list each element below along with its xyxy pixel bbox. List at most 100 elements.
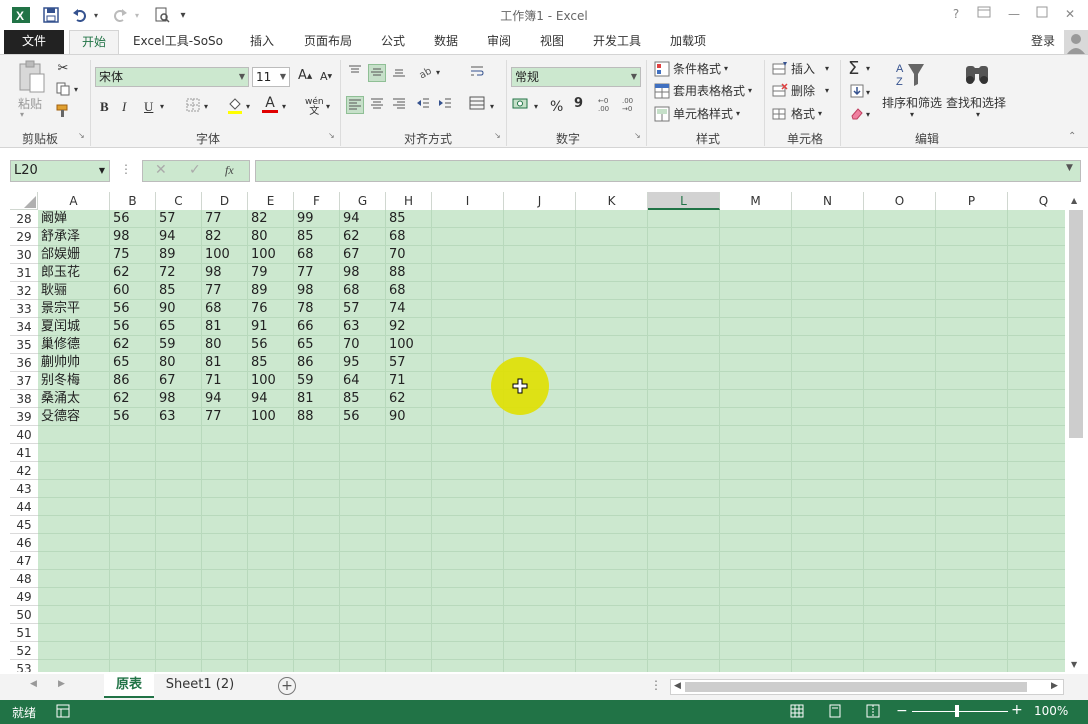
format-painter-icon[interactable] [54,104,72,122]
score-cell[interactable]: 68 [386,228,432,246]
score-cell[interactable]: 56 [110,318,156,336]
paste-icon[interactable] [16,60,48,96]
row-header[interactable]: 43 [10,480,38,498]
score-cell[interactable]: 77 [202,282,248,300]
score-cell[interactable]: 57 [340,300,386,318]
align-middle-icon[interactable] [368,64,386,82]
score-cell[interactable]: 85 [340,390,386,408]
increase-decimal-icon[interactable]: ←0.00 [598,96,616,114]
score-cell[interactable]: 99 [294,210,340,228]
name-cell[interactable]: 桑涌太 [38,390,110,408]
tab-view[interactable]: 视图 [530,30,574,54]
align-top-icon[interactable] [346,64,364,82]
score-cell[interactable]: 78 [294,300,340,318]
tab-split-handle-icon[interactable]: ⋮ [650,678,662,692]
score-cell[interactable]: 56 [248,336,294,354]
score-cell[interactable]: 90 [156,300,202,318]
row-header[interactable]: 40 [10,426,38,444]
name-cell[interactable]: 巢修德 [38,336,110,354]
name-cell[interactable]: 郎玉花 [38,264,110,282]
name-cell[interactable]: 蒯帅帅 [38,354,110,372]
row-header[interactable]: 29 [10,228,38,246]
score-cell[interactable]: 90 [386,408,432,426]
vertical-scrollbar[interactable]: ▲ ▼ [1066,192,1086,674]
tab-developer[interactable]: 开发工具 [584,30,650,54]
merge-dropdown-icon[interactable]: ▾ [490,102,494,111]
row-header[interactable]: 42 [10,462,38,480]
name-cell[interactable]: 耿骊 [38,282,110,300]
score-cell[interactable]: 60 [110,282,156,300]
scroll-down-icon[interactable]: ▼ [1071,660,1077,669]
score-cell[interactable]: 100 [248,408,294,426]
score-cell[interactable]: 68 [202,300,248,318]
decrease-indent-icon[interactable] [414,96,432,114]
scroll-up-icon[interactable]: ▲ [1071,196,1077,205]
score-cell[interactable]: 98 [156,390,202,408]
score-cell[interactable]: 88 [294,408,340,426]
autosum-dropdown-icon[interactable]: ▾ [866,64,870,73]
find-select-icon[interactable] [962,60,992,90]
bold-button[interactable]: B [100,99,109,115]
score-cell[interactable]: 77 [202,210,248,228]
score-cell[interactable]: 63 [340,318,386,336]
cut-icon[interactable]: ✂ [54,60,72,78]
score-cell[interactable]: 71 [202,372,248,390]
clipboard-launcher-icon[interactable]: ↘ [78,131,85,140]
ribbon-display-icon[interactable] [972,4,996,24]
zoom-out-icon[interactable]: − [896,703,908,719]
tab-add-ins[interactable]: 加载项 [660,30,716,54]
column-header-i[interactable]: I [432,192,504,210]
score-cell[interactable]: 57 [386,354,432,372]
autosum-icon[interactable]: Σ [848,58,859,79]
sheet-tab-original[interactable]: 原表 [104,674,154,698]
more-options-icon[interactable]: ⋮ [120,162,132,176]
cell-styles-button[interactable]: 单元格样式 ▾ [654,105,740,122]
align-center-icon[interactable] [368,96,386,114]
score-cell[interactable]: 63 [156,408,202,426]
column-header-g[interactable]: G [340,192,386,210]
score-cell[interactable]: 94 [340,210,386,228]
score-cell[interactable]: 79 [248,264,294,282]
orientation-dropdown-icon[interactable]: ▾ [436,68,440,77]
orientation-icon[interactable]: ab [416,64,434,82]
score-cell[interactable]: 72 [156,264,202,282]
row-header[interactable]: 41 [10,444,38,462]
score-cell[interactable]: 65 [294,336,340,354]
score-cell[interactable]: 56 [110,408,156,426]
score-cell[interactable]: 68 [340,282,386,300]
underline-dropdown-icon[interactable]: ▾ [160,102,164,111]
score-cell[interactable]: 66 [294,318,340,336]
fill-color-dropdown-icon[interactable]: ▾ [246,102,250,111]
row-header[interactable]: 45 [10,516,38,534]
row-header[interactable]: 53 [10,660,38,672]
column-header-l[interactable]: L [648,192,720,210]
formula-input[interactable] [255,160,1081,182]
score-cell[interactable]: 74 [386,300,432,318]
name-cell[interactable]: 阚婵 [38,210,110,228]
column-header-o[interactable]: O [864,192,936,210]
wrap-text-icon[interactable] [468,64,486,82]
copy-dropdown-icon[interactable]: ▾ [74,85,78,94]
score-cell[interactable]: 62 [386,390,432,408]
row-header[interactable]: 30 [10,246,38,264]
score-cell[interactable]: 91 [248,318,294,336]
phonetic-dropdown-icon[interactable]: ▾ [326,102,330,111]
zoom-level[interactable]: 100% [1034,704,1068,718]
name-cell[interactable]: 夏闰城 [38,318,110,336]
insert-function-icon[interactable]: fx [225,163,234,178]
score-cell[interactable]: 57 [156,210,202,228]
score-cell[interactable]: 80 [202,336,248,354]
column-header-d[interactable]: D [202,192,248,210]
row-header[interactable]: 32 [10,282,38,300]
sheet-tab-sheet1-2[interactable]: Sheet1 (2) [160,674,240,698]
score-cell[interactable]: 86 [110,372,156,390]
zoom-slider-thumb[interactable] [955,705,959,717]
tab-excel-tools-soso[interactable]: Excel工具-SoSo [126,30,230,54]
tab-review[interactable]: 审阅 [478,30,520,54]
score-cell[interactable]: 62 [340,228,386,246]
score-cell[interactable]: 76 [248,300,294,318]
score-cell[interactable]: 77 [294,264,340,282]
help-button[interactable]: ? [944,4,968,24]
worksheet-grid[interactable]: ABCDEFGHIJKLMNOPQ 28 29 30 31 32 33 34 35 36 37 38… [10,192,1065,672]
row-header[interactable]: 47 [10,552,38,570]
